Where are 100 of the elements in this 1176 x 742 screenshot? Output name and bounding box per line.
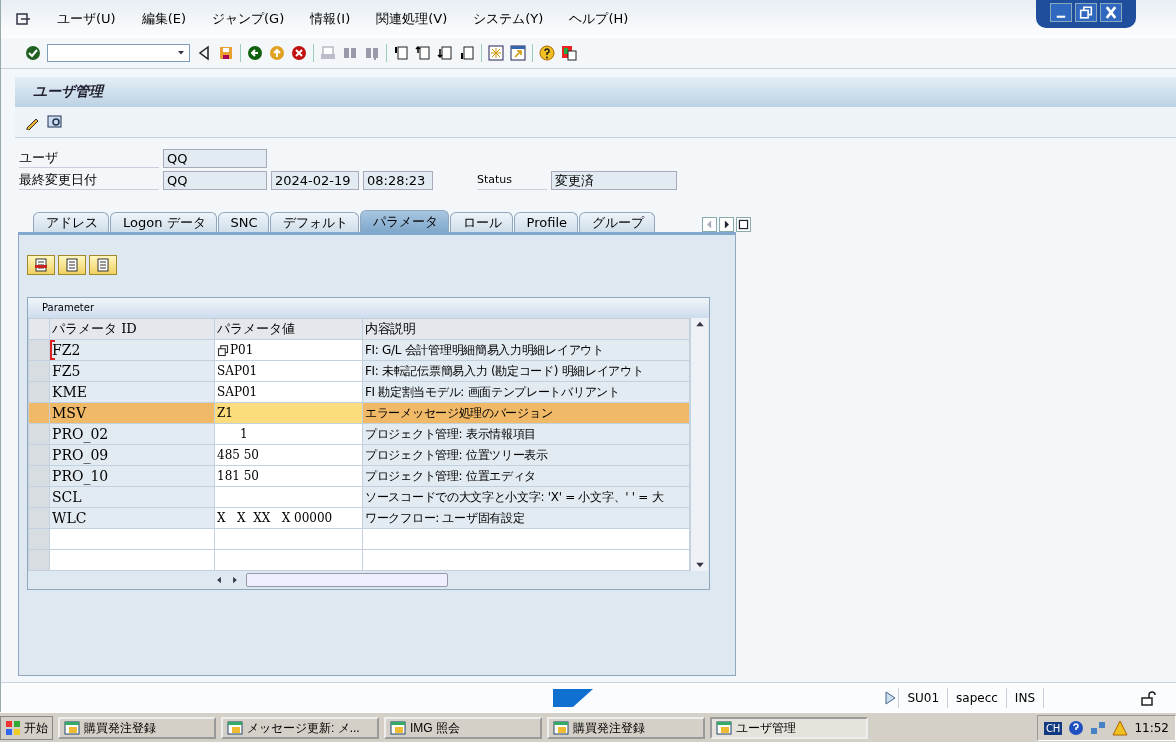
field-label: ユーザ [19, 148, 159, 168]
table-cell[interactable]: FZ5 [52, 363, 81, 379]
menu-item[interactable]: ヘルプ(H) [569, 10, 629, 28]
table-cell[interactable]: P01 [230, 343, 254, 357]
table-cell[interactable]: 181 50 [217, 469, 259, 483]
field-label: Status [477, 170, 547, 190]
document-icon [33, 257, 49, 273]
append-row-button[interactable] [58, 255, 86, 275]
tab[interactable]: SNC [217, 212, 269, 232]
menu-item[interactable]: ユーザ(U) [57, 10, 116, 28]
sap-logo-icon[interactable] [553, 688, 593, 707]
column-header[interactable]: パラメータ ID [49, 318, 215, 340]
menu-item[interactable]: 関連処理(V) [376, 10, 448, 28]
document-icon [64, 257, 80, 273]
back-icon[interactable] [247, 45, 263, 61]
time-field[interactable]: 08:28:23 [363, 170, 433, 190]
language-indicator[interactable]: CH [1043, 721, 1063, 735]
dropdown-icon[interactable] [176, 49, 186, 57]
tab[interactable]: Profile [513, 212, 579, 232]
delete-row-button[interactable] [89, 255, 117, 275]
clock: 11:52 [1134, 721, 1169, 735]
tab[interactable]: パラメータ [359, 210, 449, 232]
changed-by-field[interactable]: QQ [163, 170, 267, 190]
taskbar-button[interactable]: 購買発注登録 [547, 717, 705, 739]
table-cell: エラーメッセージ処理のバージョン [365, 405, 553, 420]
tab[interactable]: Logon データ [110, 212, 217, 232]
table-cell[interactable]: FZ2 [52, 342, 81, 358]
table-cell: FI: 未転記伝票簡易入力 (勘定コード) 明細レイアウト [365, 363, 644, 378]
copy-icon[interactable] [217, 344, 229, 357]
tab[interactable]: ロール [449, 212, 513, 232]
back-triangle-icon[interactable] [196, 45, 212, 61]
taskbar-button[interactable]: メッセージ更新: メ... [221, 717, 379, 739]
table-cell[interactable]: 1 [217, 427, 248, 441]
restore-icon[interactable] [1075, 3, 1097, 22]
table-cell[interactable]: SAP01 [217, 364, 258, 378]
scroll-right-icon[interactable] [719, 217, 734, 232]
table-cell: ソースコードでの大文字と小文字: 'X' = 小文字、' ' = 大 [365, 489, 664, 504]
tab-list-icon[interactable] [736, 217, 751, 232]
table-cell[interactable]: 485 50 [217, 448, 259, 462]
field-label: 最終変更日付 [19, 170, 159, 190]
document-icon [95, 257, 111, 273]
menu-item[interactable]: システム(Y) [473, 10, 544, 28]
first-page-icon[interactable] [393, 45, 409, 61]
status-field[interactable]: 変更済 [551, 170, 677, 190]
minimize-icon[interactable] [1050, 3, 1072, 22]
new-session-icon[interactable] [488, 45, 504, 61]
tab[interactable]: デフォルト [269, 212, 359, 232]
help-icon[interactable] [1068, 720, 1085, 736]
window-icon [716, 720, 732, 736]
tab[interactable]: アドレス [33, 212, 109, 232]
column-header[interactable]: 内容説明 [362, 318, 690, 340]
scroll-thumb[interactable] [246, 573, 448, 587]
network-icon[interactable] [1090, 720, 1107, 736]
taskbar-button[interactable]: 購買発注登録 [58, 717, 216, 739]
cancel-icon[interactable] [291, 45, 307, 61]
menu-icon[interactable] [15, 11, 31, 27]
menu-item[interactable]: 編集(E) [141, 10, 187, 28]
table-cell: ワークフロー: ユーザ固有設定 [365, 510, 525, 525]
taskbar-button[interactable]: IMG 照会 [384, 717, 542, 739]
window-icon [64, 720, 80, 736]
command-field[interactable] [47, 44, 190, 62]
save-icon[interactable] [218, 45, 234, 61]
table-cell[interactable]: SCL [52, 489, 82, 505]
user-field[interactable]: QQ [163, 148, 267, 168]
system-name: sapecc [947, 687, 1006, 708]
date-field[interactable]: 2024-02-19 [271, 170, 359, 190]
windows-logo-icon [5, 720, 21, 736]
window-icon [227, 720, 243, 736]
next-page-icon[interactable] [437, 45, 453, 61]
last-page-icon[interactable] [459, 45, 475, 61]
menu-item[interactable]: 情報(I) [310, 10, 351, 28]
menu-item[interactable]: ジャンプ(G) [212, 10, 285, 28]
insert-row-button[interactable] [27, 255, 55, 275]
taskbar-button[interactable]: ユーザ管理 [710, 717, 868, 739]
display-icon[interactable] [47, 114, 63, 130]
transaction-code: SU01 [898, 687, 948, 708]
layout-icon[interactable] [561, 45, 577, 61]
column-header[interactable]: パラメータ値 [214, 318, 363, 340]
tab[interactable]: グループ [579, 212, 656, 232]
vertical-scrollbar[interactable] [690, 318, 708, 571]
help-icon[interactable] [539, 45, 555, 61]
table-cell[interactable]: MSV [52, 405, 87, 421]
table-cell[interactable]: SAP01 [217, 385, 258, 399]
lock-icon[interactable] [1140, 689, 1156, 706]
start-button[interactable]: 开始 [0, 716, 53, 740]
table-cell[interactable]: Z1 [217, 406, 233, 420]
window-icon [390, 720, 406, 736]
find-next-icon[interactable] [364, 45, 380, 61]
table-title: Parameter [28, 298, 709, 318]
table-cell: プロジェクト管理: 表示情報項目 [365, 426, 537, 441]
select-all-cell[interactable] [28, 318, 50, 340]
close-icon[interactable] [1100, 3, 1122, 22]
table-cell[interactable]: KME [52, 384, 87, 400]
checkmark-icon[interactable] [25, 45, 41, 61]
find-icon[interactable] [342, 45, 358, 61]
table-cell[interactable]: WLC [52, 510, 87, 526]
window-icon [553, 720, 569, 736]
table-cell: FI: G/L 会計管理明細簡易入力明細レイアウト [365, 342, 604, 357]
shortcut-icon[interactable] [510, 45, 526, 61]
previous-page-icon[interactable] [415, 45, 431, 61]
